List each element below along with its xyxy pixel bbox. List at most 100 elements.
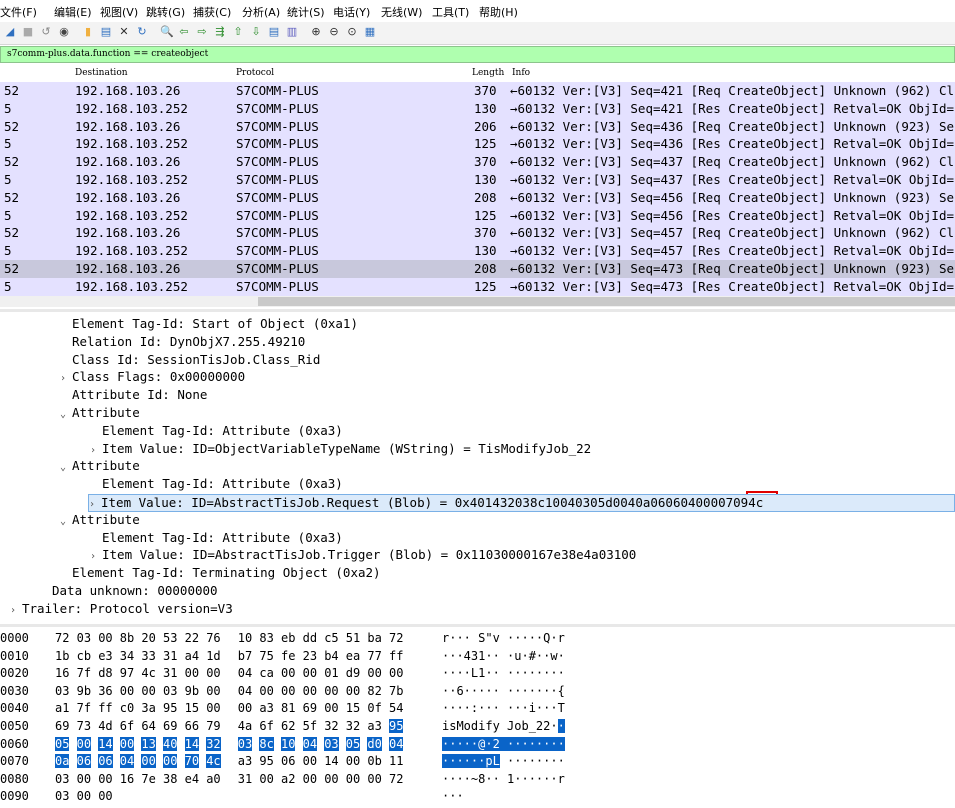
hex-byte[interactable]: 4a [238, 719, 252, 733]
hex-byte[interactable]: d9 [346, 666, 360, 680]
menu-item-2[interactable]: 视图(V) [100, 4, 138, 20]
hex-byte[interactable]: 81 [281, 701, 295, 715]
hex-byte[interactable]: 14 [324, 754, 338, 768]
hex-byte[interactable]: 8c [259, 736, 274, 751]
hex-byte[interactable]: 00 [98, 772, 112, 786]
menu-item-3[interactable]: 跳转(G) [146, 4, 185, 20]
hex-byte[interactable]: 14 [184, 736, 200, 751]
hex-byte[interactable]: 66 [185, 719, 199, 733]
hex-byte[interactable]: ba [367, 631, 381, 645]
details-tree-item[interactable]: › Class Flags: 0x00000000 [60, 369, 245, 387]
ascii-dump[interactable]: ·····@·2 ········ [442, 736, 565, 751]
ascii-dump[interactable]: isModify Job_22·· [442, 719, 565, 733]
hex-byte[interactable]: 14 [98, 736, 113, 751]
packet-row[interactable]: 52 192.168.103.26 S7COMM-PLUS 370 ←60132 Ver… [0, 224, 955, 243]
hex-byte[interactable]: 16 [55, 666, 69, 680]
collapsed-arrow-icon[interactable]: › [10, 605, 22, 616]
hex-byte[interactable]: 00 [77, 789, 91, 803]
hex-byte[interactable]: e3 [98, 649, 112, 663]
go-to-packet-icon[interactable]: ⇶ [214, 26, 226, 38]
scrollbar-thumb[interactable] [258, 297, 955, 306]
details-tree-item[interactable]: Element Tag-Id: Start of Object (0xa1) [60, 316, 358, 334]
hex-byte[interactable]: 00 [346, 684, 360, 698]
hex-byte[interactable]: e4 [185, 772, 199, 786]
hex-byte[interactable]: 04 [119, 754, 135, 769]
hex-byte[interactable]: 7f [77, 701, 91, 715]
hex-byte[interactable]: 00 [185, 666, 199, 680]
shark-fin-icon[interactable]: ◢ [4, 26, 16, 38]
hex-byte[interactable]: 22 [185, 631, 199, 645]
hex-byte[interactable]: 1d [206, 649, 220, 663]
hex-byte[interactable]: 00 [303, 684, 317, 698]
hex-byte[interactable]: 31 [163, 666, 177, 680]
forward-icon[interactable]: ⇨ [196, 26, 208, 38]
hex-byte[interactable]: 00 [163, 754, 178, 769]
pane-splitter[interactable] [0, 624, 955, 627]
column-header-protocol[interactable]: Protocol [236, 68, 274, 78]
column-header-length[interactable]: Length [472, 68, 504, 78]
resize-columns-icon[interactable]: ▦ [364, 26, 376, 38]
hex-byte[interactable]: 00 [238, 701, 252, 715]
hex-byte[interactable]: 03 [55, 789, 69, 803]
hex-byte[interactable]: 69 [163, 719, 177, 733]
hex-byte[interactable]: 04 [238, 684, 252, 698]
hex-byte[interactable]: 73 [77, 719, 91, 733]
zoom-normal-icon[interactable]: ⊙ [346, 26, 358, 38]
menu-item-1[interactable]: 编辑(E) [54, 4, 92, 20]
hex-byte[interactable]: 00 [76, 736, 92, 751]
hex-byte[interactable]: 83 [259, 631, 273, 645]
packet-row[interactable]: 5 192.168.103.252 S7COMM-PLUS 130 →60132 Ver… [0, 99, 955, 118]
hex-byte[interactable]: c0 [120, 701, 134, 715]
details-tree-item[interactable]: › Trailer: Protocol version=V3 [10, 601, 233, 619]
hex-byte[interactable]: 01 [324, 666, 338, 680]
ascii-dump[interactable]: ····~8·· 1······r [442, 772, 565, 786]
hex-byte[interactable]: 16 [120, 772, 134, 786]
hex-byte[interactable]: 00 [141, 684, 155, 698]
hex-byte[interactable]: 0a [55, 754, 70, 769]
hex-byte[interactable]: 32 [346, 719, 360, 733]
column-header-destination[interactable]: Destination [75, 68, 128, 78]
details-tree-item[interactable]: Relation Id: DynObjX7.255.49210 [60, 334, 305, 352]
ascii-dump[interactable]: ······pL ········ [442, 754, 565, 769]
hex-byte[interactable]: 51 [346, 631, 360, 645]
hex-byte[interactable]: 00 [259, 772, 273, 786]
hex-byte[interactable]: 9b [77, 684, 91, 698]
details-tree-item[interactable]: › Item Value: ID=ObjectVariableTypeName (… [90, 441, 591, 459]
collapsed-arrow-icon[interactable]: › [90, 551, 102, 562]
hex-byte[interactable]: 72 [389, 631, 403, 645]
packet-row[interactable]: 52 192.168.103.26 S7COMM-PLUS 370 ←60132 Ver… [0, 153, 955, 171]
hex-byte[interactable]: 36 [98, 684, 112, 698]
hex-byte[interactable]: 4c [141, 666, 155, 680]
hex-byte[interactable]: ff [98, 701, 112, 715]
hex-byte[interactable]: 03 [77, 631, 91, 645]
hex-byte[interactable]: b7 [238, 649, 252, 663]
hex-byte[interactable]: 9b [185, 684, 199, 698]
hex-byte[interactable]: ea [346, 649, 360, 663]
close-file-icon[interactable]: ✕ [118, 26, 130, 38]
hex-byte[interactable]: 4d [98, 719, 112, 733]
ascii-dump[interactable]: r··· S"v ·····Q·r [442, 631, 565, 645]
hex-byte[interactable]: 54 [389, 701, 403, 715]
hex-byte[interactable]: 00 [324, 701, 338, 715]
hex-byte[interactable]: 00 [346, 754, 360, 768]
go-first-icon[interactable]: ⇧ [232, 26, 244, 38]
hex-byte[interactable]: 03 [55, 684, 69, 698]
hex-byte[interactable]: 06 [98, 754, 113, 769]
hex-byte[interactable]: 00 [141, 754, 156, 769]
hex-byte[interactable]: 06 [281, 754, 295, 768]
hex-byte[interactable]: 20 [141, 631, 155, 645]
details-tree-item[interactable]: ⌄ Attribute [60, 512, 140, 530]
hex-byte[interactable]: 8b [120, 631, 134, 645]
hex-byte[interactable]: 31 [238, 772, 252, 786]
ascii-dump[interactable]: ··· [442, 789, 464, 803]
details-tree-item[interactable]: Data unknown: 00000000 [40, 583, 218, 601]
menu-item-6[interactable]: 统计(S) [287, 4, 325, 20]
hex-byte[interactable]: 04 [302, 736, 318, 751]
hex-byte[interactable]: 03 [55, 772, 69, 786]
packet-row[interactable]: 5 192.168.103.252 S7COMM-PLUS 125 →60132 Ver… [0, 135, 955, 154]
hex-byte[interactable]: 53 [163, 631, 177, 645]
display-filter-bar[interactable]: s7comm-plus.data.function == createobjec… [0, 46, 955, 63]
ascii-dump[interactable]: ····:··· ···i···T [442, 701, 565, 715]
hex-byte[interactable]: 1b [55, 649, 69, 663]
collapsed-arrow-icon[interactable]: › [89, 499, 101, 510]
